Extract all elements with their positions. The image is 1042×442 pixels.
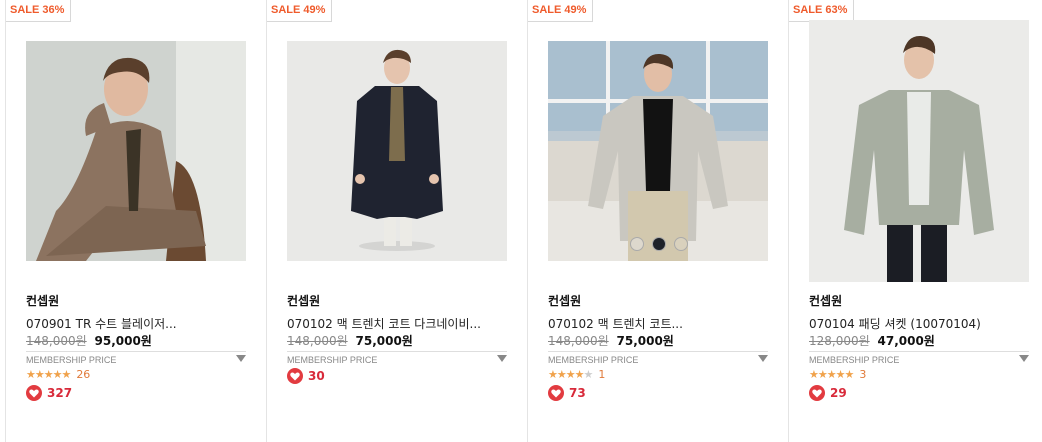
review-count: 1 bbox=[598, 368, 606, 381]
sale-badge: SALE 49% bbox=[528, 0, 594, 22]
like-button[interactable]: 327 bbox=[26, 385, 72, 401]
sale-badge: SALE 36% bbox=[6, 0, 72, 22]
brand-name: 컨셉원 bbox=[26, 294, 60, 308]
price-row: 148,000원 75,000원 bbox=[287, 332, 413, 349]
star-icon: ★★★★★ bbox=[26, 368, 71, 381]
membership-price-toggle[interactable]: MEMBERSHIP PRICE bbox=[548, 351, 768, 367]
color-swatch[interactable] bbox=[674, 237, 688, 251]
product-name[interactable]: 070901 TR 수트 블레이저... bbox=[26, 315, 177, 332]
membership-price-toggle[interactable]: MEMBERSHIP PRICE bbox=[287, 351, 507, 367]
sale-price: 75,000원 bbox=[355, 334, 413, 348]
like-button[interactable]: 30 bbox=[287, 368, 325, 384]
like-button[interactable]: 73 bbox=[548, 385, 586, 401]
review-count: 3 bbox=[859, 368, 867, 381]
rating: ★★★★★ 1 bbox=[548, 368, 605, 381]
product-image[interactable] bbox=[26, 41, 246, 261]
membership-label: MEMBERSHIP PRICE bbox=[287, 355, 378, 365]
sale-price: 95,000원 bbox=[94, 334, 152, 348]
star-icon: ★ bbox=[583, 368, 593, 381]
product-name[interactable]: 070104 패딩 셔켓 (10070104) bbox=[809, 315, 981, 332]
sale-badge: SALE 63% bbox=[789, 0, 855, 22]
heart-icon[interactable] bbox=[548, 385, 564, 401]
brand-name: 컨셉원 bbox=[287, 294, 321, 308]
brand-name: 컨셉원 bbox=[548, 294, 582, 308]
original-price: 148,000원 bbox=[548, 334, 609, 348]
brand-name: 컨셉원 bbox=[809, 294, 843, 308]
original-price: 148,000원 bbox=[26, 334, 87, 348]
membership-price-toggle[interactable]: MEMBERSHIP PRICE bbox=[809, 351, 1029, 367]
price-row: 128,000원 47,000원 bbox=[809, 332, 935, 349]
review-count: 26 bbox=[76, 368, 91, 381]
membership-label: MEMBERSHIP PRICE bbox=[809, 355, 900, 365]
color-swatch[interactable] bbox=[630, 237, 644, 251]
product-card[interactable]: SALE 49% 컨셉원 070102 맥 트렌치 코트... 148,000원… bbox=[527, 0, 788, 442]
sale-badge: SALE 49% bbox=[267, 0, 333, 22]
like-count: 30 bbox=[308, 369, 325, 383]
product-image[interactable] bbox=[287, 41, 507, 261]
color-swatch[interactable] bbox=[652, 237, 666, 251]
original-price: 148,000원 bbox=[287, 334, 348, 348]
product-image[interactable] bbox=[548, 41, 768, 261]
like-count: 29 bbox=[830, 386, 847, 400]
dropdown-triangle-icon[interactable] bbox=[1019, 355, 1029, 362]
star-icon: ★★★★★ bbox=[809, 368, 854, 381]
original-price: 128,000원 bbox=[809, 334, 870, 348]
membership-label: MEMBERSHIP PRICE bbox=[26, 355, 117, 365]
price-row: 148,000원 75,000원 bbox=[548, 332, 674, 349]
rating: ★★★★★ 3 bbox=[809, 368, 866, 381]
product-name[interactable]: 070102 맥 트렌치 코트 다크네이비... bbox=[287, 315, 481, 332]
sale-price: 75,000원 bbox=[616, 334, 674, 348]
membership-price-toggle[interactable]: MEMBERSHIP PRICE bbox=[26, 351, 246, 367]
product-image[interactable] bbox=[809, 20, 1029, 282]
membership-label: MEMBERSHIP PRICE bbox=[548, 355, 639, 365]
heart-icon[interactable] bbox=[26, 385, 42, 401]
heart-icon[interactable] bbox=[287, 368, 303, 384]
dropdown-triangle-icon[interactable] bbox=[758, 355, 768, 362]
like-count: 327 bbox=[47, 386, 73, 400]
color-swatches bbox=[630, 237, 688, 251]
dropdown-triangle-icon[interactable] bbox=[497, 355, 507, 362]
product-grid: SALE 36% 컨셉원 070901 TR 수트 블레이저... 148,00… bbox=[0, 0, 1042, 442]
product-card[interactable]: SALE 49% 컨셉원 070102 맥 트렌치 코트 다크네이비... 14… bbox=[266, 0, 527, 442]
product-name[interactable]: 070102 맥 트렌치 코트... bbox=[548, 315, 683, 332]
product-card[interactable]: SALE 63% 컨셉원 070104 패딩 셔켓 (10070104) 128… bbox=[788, 0, 1042, 442]
sale-price: 47,000원 bbox=[877, 334, 935, 348]
rating: ★★★★★ 26 bbox=[26, 368, 90, 381]
heart-icon[interactable] bbox=[809, 385, 825, 401]
like-button[interactable]: 29 bbox=[809, 385, 847, 401]
dropdown-triangle-icon[interactable] bbox=[236, 355, 246, 362]
star-icon: ★★★★ bbox=[548, 368, 584, 381]
product-card[interactable]: SALE 36% 컨셉원 070901 TR 수트 블레이저... 148,00… bbox=[5, 0, 266, 442]
like-count: 73 bbox=[569, 386, 586, 400]
price-row: 148,000원 95,000원 bbox=[26, 332, 152, 349]
